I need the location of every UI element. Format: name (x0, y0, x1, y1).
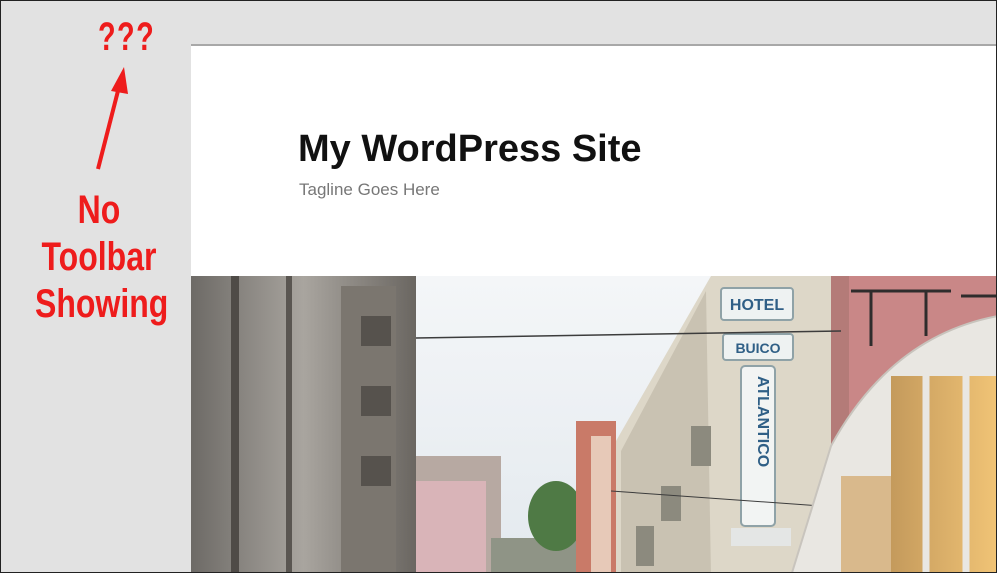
annotation-note: No Toolbar Showing (19, 187, 179, 328)
hotel-sign-middle: BUICO (735, 340, 780, 356)
annotation-line-2: Toolbar (41, 235, 157, 279)
annotation-arrow-icon (96, 67, 128, 170)
annotation-line-3: Showing (35, 282, 169, 326)
hotel-sign-vertical: ATLANTICO (754, 376, 771, 467)
screenshot-frame: ??? No Toolbar Showing My WordPress Site… (0, 0, 997, 573)
hotel-sign-top: HOTEL (730, 297, 784, 314)
wordpress-site-page: My WordPress Site Tagline Goes Here HOTE… (191, 44, 996, 572)
site-tagline: Tagline Goes Here (299, 180, 440, 199)
annotation-line-1: No (77, 188, 121, 232)
annotation-question-marks: ??? (98, 15, 156, 59)
site-title[interactable]: My WordPress Site (298, 128, 642, 171)
header-image: HOTEL BUICO ATLANTICO (191, 276, 996, 572)
